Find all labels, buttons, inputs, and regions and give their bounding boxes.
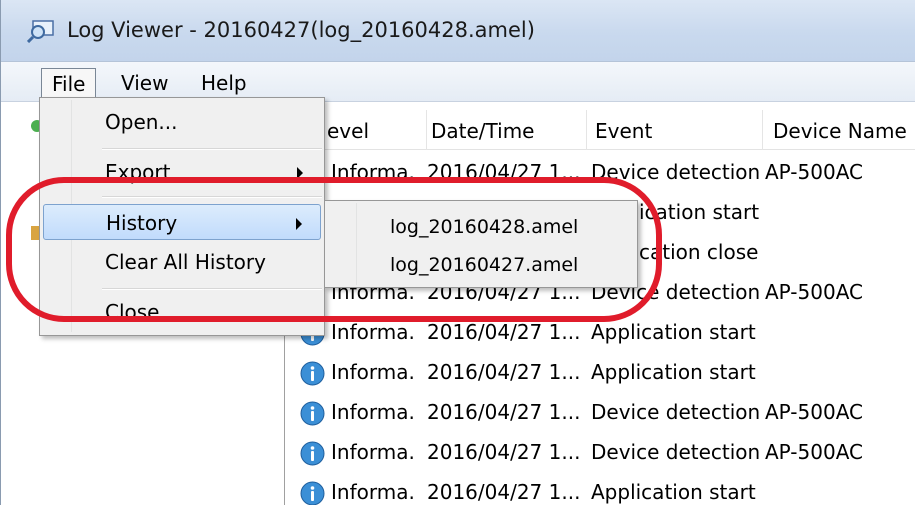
info-icon xyxy=(300,401,325,426)
history-submenu: log_20160428.amel log_20160427.amel xyxy=(324,200,638,288)
file-menu-dropdown: Open... Export History Clear All History… xyxy=(39,97,325,336)
window-title: Log Viewer - 20160427(log_20160428.amel) xyxy=(67,18,535,42)
cell-datetime: 2016/04/27 1... xyxy=(427,400,581,424)
menu-item-history-label: History xyxy=(106,211,178,235)
menu-bar: File View Help xyxy=(1,62,915,102)
history-item[interactable]: log_20160428.amel xyxy=(328,209,634,245)
cell-level: Informa. xyxy=(331,440,415,464)
cell-event: Device detection xyxy=(591,440,761,464)
table-row[interactable]: Informa. 2016/04/27 1... Application sta… xyxy=(287,312,915,352)
menu-view[interactable]: View xyxy=(111,68,178,98)
cell-event: Application start xyxy=(591,480,756,504)
info-icon xyxy=(300,361,325,386)
table-row[interactable]: Informa. 2016/04/27 1... Application sta… xyxy=(287,472,915,505)
column-event[interactable]: Event xyxy=(587,110,763,150)
menu-item-close[interactable]: Close xyxy=(43,294,321,330)
column-datetime[interactable]: Date/Time xyxy=(427,110,587,150)
submenu-arrow-icon xyxy=(297,167,303,179)
menu-separator xyxy=(102,288,322,290)
menu-item-export-label: Export xyxy=(105,160,171,184)
cell-level: Informa. xyxy=(331,160,415,184)
cell-datetime: 2016/04/27 1... xyxy=(427,440,581,464)
history-item-label: log_20160428.amel xyxy=(390,216,579,238)
info-icon xyxy=(300,481,325,505)
table-header: evel Date/Time Event Device Name xyxy=(287,110,915,150)
history-item-label: log_20160427.amel xyxy=(390,254,579,276)
title-bar[interactable]: Log Viewer - 20160427(log_20160428.amel) xyxy=(1,0,915,62)
info-icon xyxy=(300,441,325,466)
cell-device: AP-500AC xyxy=(765,160,863,184)
cell-event: cation close xyxy=(639,240,759,264)
menu-item-history[interactable]: History xyxy=(43,204,321,240)
cell-datetime: 2016/04/27 1... xyxy=(427,160,581,184)
table-row[interactable]: Informa. 2016/04/27 1... Device detectio… xyxy=(287,152,915,192)
cell-event: Device detection xyxy=(591,400,761,424)
cell-device: AP-500AC xyxy=(765,400,863,424)
cell-event: Application start xyxy=(591,360,756,384)
cell-event: ication start xyxy=(639,200,760,224)
menu-item-export[interactable]: Export xyxy=(43,154,321,190)
menu-item-clear-all-history[interactable]: Clear All History xyxy=(43,244,321,280)
cell-level: Informa. xyxy=(331,360,415,384)
menu-item-open[interactable]: Open... xyxy=(43,104,321,140)
menu-item-close-label: Close xyxy=(105,300,160,324)
cell-datetime: 2016/04/27 1... xyxy=(427,360,581,384)
table-row[interactable]: Informa. 2016/04/27 1... Application sta… xyxy=(287,352,915,392)
cell-datetime: 2016/04/27 1... xyxy=(427,320,581,344)
cell-event: Application start xyxy=(591,320,756,344)
menu-help[interactable]: Help xyxy=(191,68,257,98)
table-row[interactable]: Informa. 2016/04/27 1... Device detectio… xyxy=(287,392,915,432)
log-viewer-window: Log Viewer - 20160427(log_20160428.amel)… xyxy=(0,0,915,505)
cell-level: Informa. xyxy=(331,480,415,504)
cell-level: Informa. xyxy=(331,400,415,424)
log-table[interactable]: evel Date/Time Event Device Name Informa… xyxy=(287,102,915,505)
cell-device: AP-500AC xyxy=(765,280,863,304)
submenu-arrow-icon xyxy=(296,218,302,230)
column-device-name[interactable]: Device Name xyxy=(763,110,915,150)
menu-separator xyxy=(102,196,322,198)
cell-datetime: 2016/04/27 1... xyxy=(427,480,581,504)
cell-device: AP-500AC xyxy=(765,440,863,464)
log-viewer-icon xyxy=(27,20,54,43)
cell-event: Device detection xyxy=(591,160,761,184)
history-item[interactable]: log_20160427.amel xyxy=(328,247,634,283)
menu-separator xyxy=(102,148,322,150)
menu-item-open-label: Open... xyxy=(105,110,178,134)
menu-item-clear-all-history-label: Clear All History xyxy=(105,250,266,274)
cell-level: Informa. xyxy=(331,320,415,344)
table-row[interactable]: Informa. 2016/04/27 1... Device detectio… xyxy=(287,432,915,472)
